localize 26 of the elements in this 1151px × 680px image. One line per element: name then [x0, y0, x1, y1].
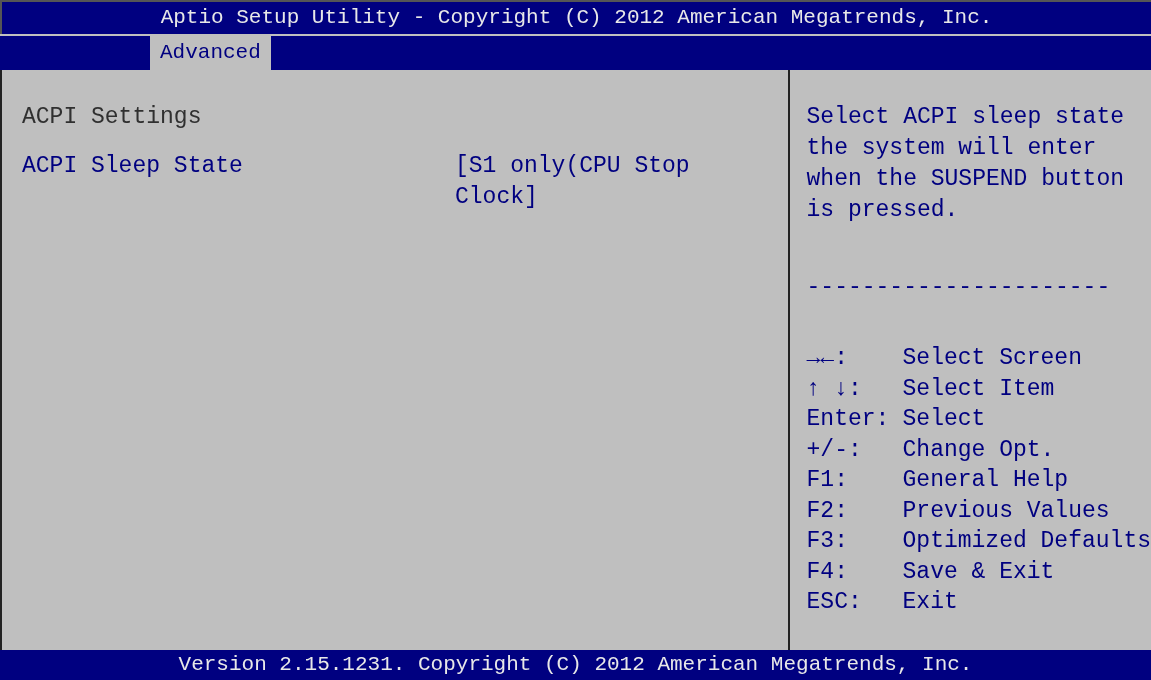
key-label: →←:: [806, 344, 849, 373]
setting-value[interactable]: [S1 only(CPU Stop Clock]: [455, 151, 755, 213]
key-label: F2:: [806, 496, 849, 526]
key-label: F3:: [806, 527, 849, 556]
separator-line: ----------------------: [806, 273, 1112, 302]
key-label: ↑ ↓:: [806, 374, 863, 404]
key-label: F1:: [806, 466, 849, 495]
section-heading: ACPI Settings: [22, 103, 203, 132]
key-label: F4:: [806, 557, 849, 587]
help-text: Select ACPI sleep state the system will enter when the SUSPEND button is pressed.: [806, 103, 1125, 225]
key-action: Previous Values: [902, 496, 1110, 526]
key-action: General Help: [902, 466, 1069, 495]
key-label: Enter:: [806, 405, 891, 434]
key-action: Change Opt.: [902, 435, 1055, 465]
key-label: ESC:: [806, 588, 863, 617]
setting-label: ACPI Sleep State: [22, 152, 244, 181]
key-action: Exit: [902, 588, 958, 617]
status-text: Version 2.15.1231. Copyright (C) 2012 American Megatrends, Inc.: [178, 652, 973, 679]
key-label: +/-:: [806, 435, 863, 465]
key-action: Save & Exit: [902, 557, 1055, 587]
key-action: Select: [902, 405, 986, 434]
key-action: Select Item: [902, 374, 1055, 404]
key-action: Select Screen: [902, 344, 1082, 373]
tab[interactable]: Advanced: [150, 36, 271, 70]
key-action: Optimized Defaults: [902, 527, 1151, 556]
window-title: Aptio Setup Utility - Copyright (C) 2012 American Megatrends, Inc.: [160, 5, 993, 32]
